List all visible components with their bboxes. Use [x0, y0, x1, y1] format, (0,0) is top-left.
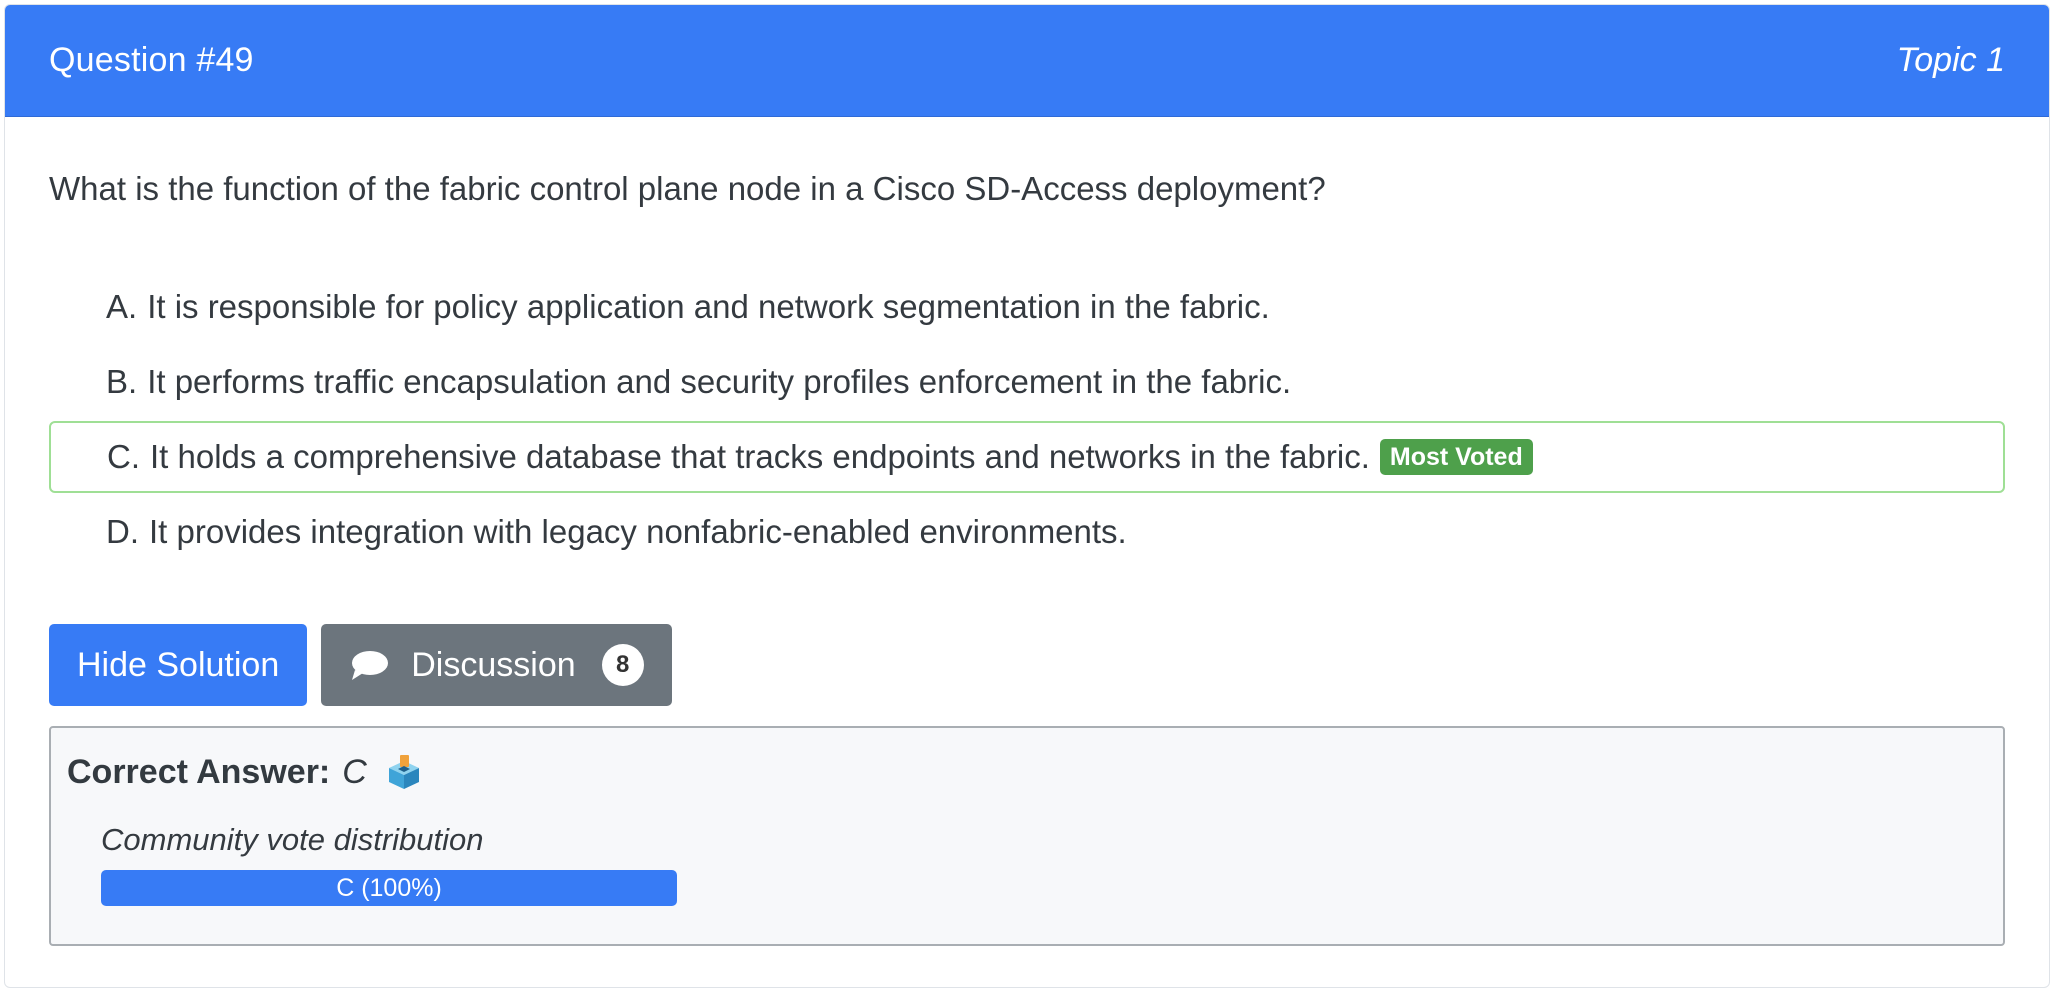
question-number: Question #49: [49, 41, 254, 79]
choice-text: It is responsible for policy application…: [147, 288, 1270, 325]
correct-answer-line: Correct Answer: C: [67, 752, 1987, 792]
comment-icon: [352, 651, 389, 680]
choice-text: It performs traffic encapsulation and se…: [147, 363, 1292, 400]
choice-letter: A.: [106, 288, 138, 325]
choice-d[interactable]: D. It provides integration with legacy n…: [49, 496, 2005, 568]
correct-answer-value: C: [342, 752, 367, 791]
answer-panel: Correct Answer: C Community vote distrib…: [49, 726, 2005, 946]
vote-distribution-title: Community vote distribution: [101, 822, 484, 857]
choice-letter: C.: [107, 438, 140, 475]
choice-letter: D.: [106, 513, 139, 550]
discussion-button[interactable]: Discussion 8: [321, 624, 672, 706]
question-card: Question #49 Topic 1 What is the functio…: [4, 4, 2050, 988]
question-text: What is the function of the fabric contr…: [49, 170, 1326, 207]
choice-list: A. It is responsible for policy applicat…: [49, 271, 2005, 568]
choice-a[interactable]: A. It is responsible for policy applicat…: [49, 271, 2005, 343]
choice-text: It holds a comprehensive database that t…: [150, 438, 1370, 475]
action-buttons: Hide Solution Discussion 8: [49, 624, 2005, 706]
question-header: Question #49 Topic 1: [5, 5, 2049, 117]
hide-solution-button[interactable]: Hide Solution: [49, 624, 308, 706]
discussion-label: Discussion: [411, 645, 576, 684]
discussion-count-badge: 8: [601, 644, 644, 686]
choice-letter: B.: [106, 363, 138, 400]
choice-c[interactable]: C. It holds a comprehensive database tha…: [49, 421, 2005, 493]
ballot-box-icon: [388, 755, 419, 789]
choice-b[interactable]: B. It performs traffic encapsulation and…: [49, 346, 2005, 418]
most-voted-badge: Most Voted: [1379, 439, 1533, 475]
choice-text: It provides integration with legacy nonf…: [149, 513, 1127, 550]
question-topic: Topic 1: [1896, 41, 2005, 79]
vote-bar-c: C (100%): [101, 870, 677, 906]
question-body: What is the function of the fabric contr…: [5, 169, 2049, 946]
correct-answer-label: Correct Answer:: [67, 752, 331, 791]
vote-bar-track: C (100%): [101, 870, 677, 906]
